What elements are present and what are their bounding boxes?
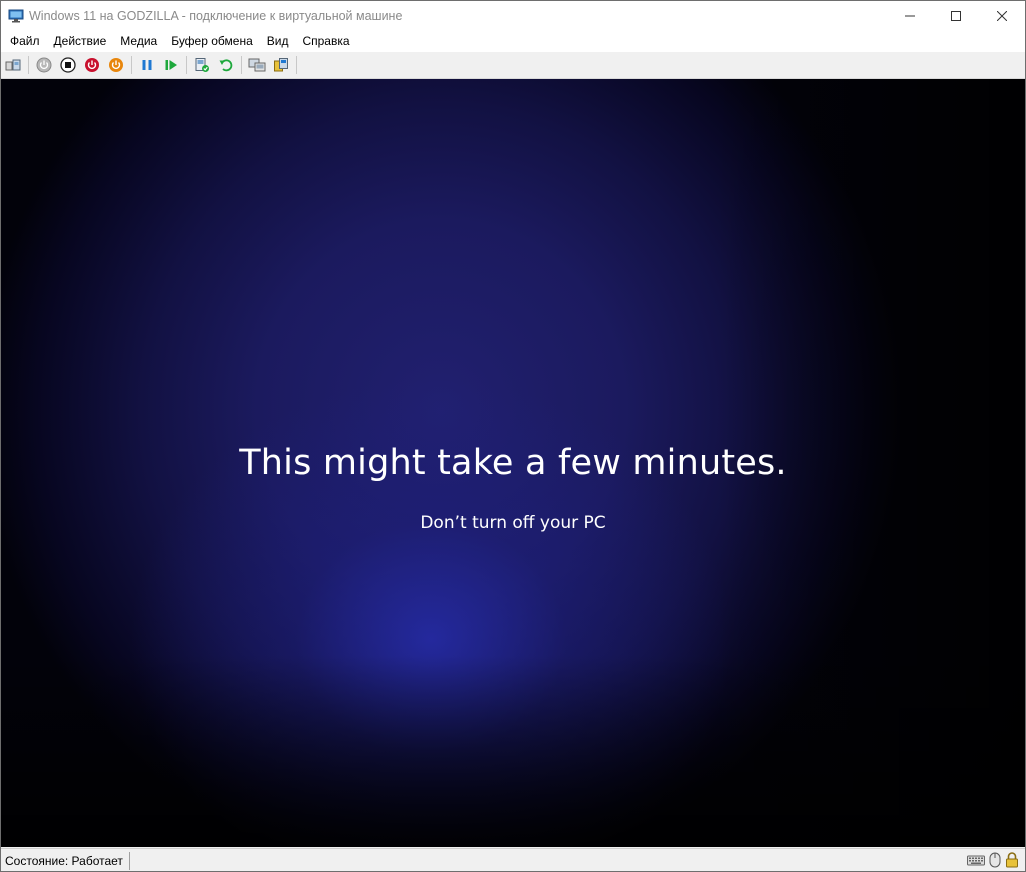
menu-media[interactable]: Медиа <box>113 30 164 52</box>
checkpoint-button[interactable] <box>191 54 213 76</box>
toolbar <box>1 52 1025 79</box>
vm-subline: Don’t turn off your PC <box>420 513 606 533</box>
minimize-icon <box>905 15 915 16</box>
toolbar-separator <box>241 56 242 74</box>
maximize-icon <box>951 10 961 21</box>
menu-bar: Файл Действие Медиа Буфер обмена Вид Спр… <box>1 30 1025 52</box>
turn-off-button[interactable] <box>57 54 79 76</box>
resume-icon <box>165 60 177 70</box>
menu-clipboard[interactable]: Буфер обмена <box>164 30 260 52</box>
save-state-icon <box>109 58 123 72</box>
menu-help[interactable]: Справка <box>295 30 356 52</box>
close-icon <box>997 10 1007 21</box>
mouse-icon <box>989 852 1001 868</box>
status-bar: Состояние: Работает <box>1 848 1025 871</box>
menu-file[interactable]: Файл <box>3 30 47 52</box>
checkpoint-icon <box>195 58 209 72</box>
vm-display[interactable]: This might take a few minutes. Don’t tur… <box>1 79 1025 847</box>
resume-button[interactable] <box>160 54 182 76</box>
vm-headline: This might take a few minutes. <box>239 443 787 483</box>
window-title: Windows 11 на GODZILLA - подключение к в… <box>29 8 403 23</box>
start-button[interactable] <box>33 54 55 76</box>
start-icon <box>36 57 52 73</box>
toolbar-separator <box>296 56 297 74</box>
toolbar-separator <box>131 56 132 74</box>
keyboard-icon <box>967 855 985 866</box>
ctrl-alt-del-icon <box>5 59 21 71</box>
turn-off-icon <box>60 57 76 73</box>
share-button[interactable] <box>270 54 292 76</box>
menu-view[interactable]: Вид <box>260 30 296 52</box>
maximize-button[interactable] <box>933 1 979 30</box>
enhanced-session-button[interactable] <box>246 54 268 76</box>
vm-connection-icon <box>8 8 24 24</box>
close-button[interactable] <box>979 1 1025 30</box>
vm-connection-window: Windows 11 на GODZILLA - подключение к в… <box>0 0 1026 872</box>
enhanced-session-icon <box>248 58 266 72</box>
minimize-button[interactable] <box>887 1 933 30</box>
ctrl-alt-del-button[interactable] <box>2 54 24 76</box>
shut-down-button[interactable] <box>81 54 103 76</box>
lock-icon <box>1006 852 1018 868</box>
toolbar-separator <box>186 56 187 74</box>
revert-button[interactable] <box>215 54 237 76</box>
shut-down-icon <box>85 58 99 72</box>
status-tray <box>967 852 1019 868</box>
vm-status: Состояние: Работает <box>1 851 130 870</box>
save-state-button[interactable] <box>105 54 127 76</box>
toolbar-separator <box>28 56 29 74</box>
revert-icon <box>219 59 233 72</box>
menu-action[interactable]: Действие <box>47 30 114 52</box>
share-icon <box>274 58 288 72</box>
pause-button[interactable] <box>136 54 158 76</box>
pause-icon <box>142 60 152 70</box>
title-bar[interactable]: Windows 11 на GODZILLA - подключение к в… <box>1 1 1025 30</box>
